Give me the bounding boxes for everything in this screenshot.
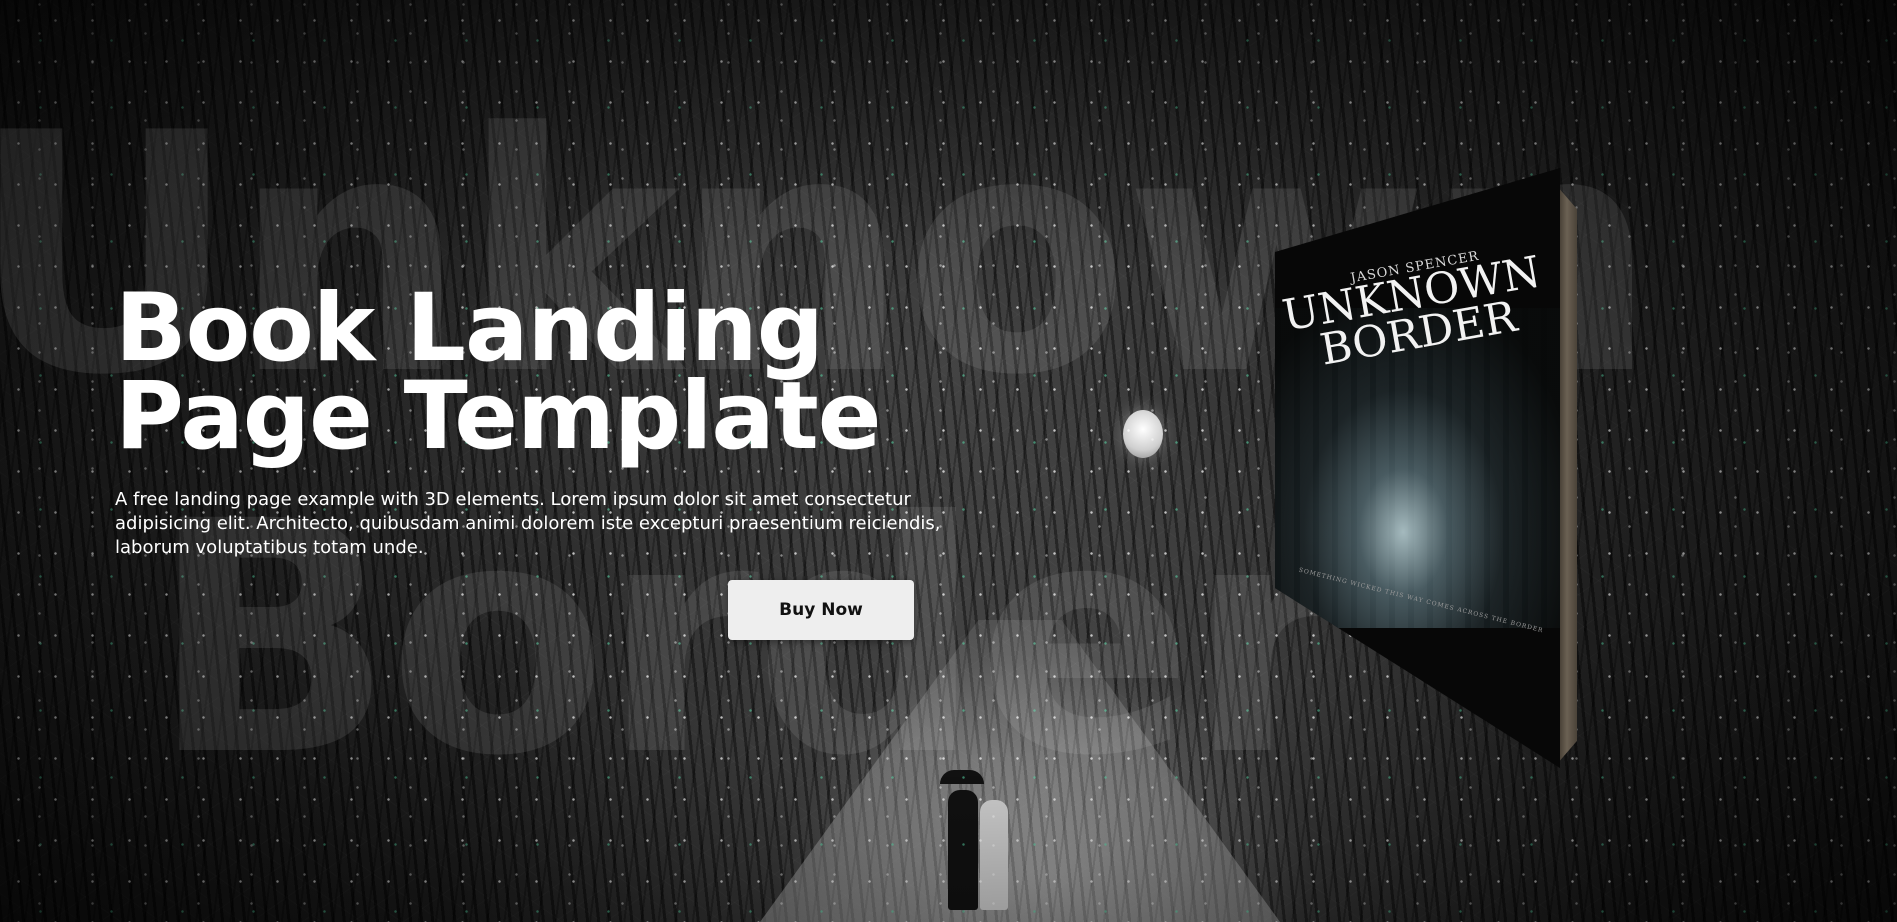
book-cover: JASON SPENCER UNKNOWN BORDER SOMETHING W… (1275, 168, 1560, 768)
page-title: Book Landing Page Template (115, 274, 1015, 471)
book-spine (1557, 186, 1577, 764)
title-line-2: Page Template (115, 362, 882, 471)
buy-now-button[interactable]: Buy Now (728, 580, 914, 640)
landing-page: Unknown Border Book Landing Page Templat… (0, 0, 1897, 922)
hero-description: A free landing page example with 3D elem… (115, 489, 941, 558)
book-3d[interactable]: JASON SPENCER UNKNOWN BORDER SOMETHING W… (1275, 168, 1580, 768)
title-line-1: Book Landing (115, 274, 824, 383)
